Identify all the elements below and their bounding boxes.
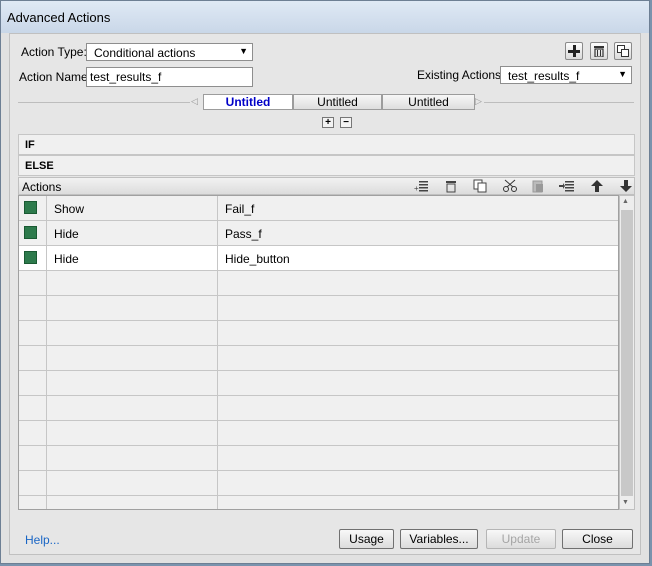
tab-scroll-left-icon[interactable]: ◁ bbox=[191, 96, 198, 107]
empty-cell bbox=[19, 396, 47, 420]
trash-icon bbox=[594, 46, 604, 57]
action-name-label: Action Name: bbox=[19, 70, 92, 84]
empty-cell bbox=[47, 271, 218, 295]
tab-untitled-3[interactable]: Untitled bbox=[382, 94, 475, 110]
duplicate-action-button[interactable] bbox=[614, 42, 632, 60]
table-row-selected[interactable]: Hide Hide_button bbox=[19, 246, 618, 271]
window-title: Advanced Actions bbox=[7, 10, 111, 25]
chevron-down-icon: ▼ bbox=[618, 69, 627, 79]
actions-header: Actions + bbox=[18, 177, 635, 195]
title-bar: Advanced Actions bbox=[1, 1, 649, 33]
target-cell[interactable]: Pass_f bbox=[218, 221, 618, 245]
action-cell[interactable]: Hide bbox=[47, 221, 218, 245]
variables-button[interactable]: Variables... bbox=[400, 529, 478, 549]
table-row-empty[interactable] bbox=[19, 471, 618, 496]
empty-cell bbox=[47, 371, 218, 395]
row-color-cell bbox=[19, 196, 47, 220]
plus-icon bbox=[568, 45, 580, 57]
empty-cell bbox=[19, 496, 47, 509]
action-type-label: Action Type: bbox=[21, 45, 87, 59]
empty-cell bbox=[19, 471, 47, 495]
update-button[interactable]: Update bbox=[486, 529, 556, 549]
scroll-down-arrow-icon[interactable]: ▼ bbox=[622, 499, 629, 506]
add-decision-button[interactable]: + bbox=[322, 117, 334, 128]
empty-cell bbox=[19, 296, 47, 320]
empty-cell bbox=[19, 271, 47, 295]
existing-actions-dropdown[interactable]: test_results_f ▼ bbox=[500, 66, 632, 84]
divider-left bbox=[18, 102, 190, 103]
delete-icon[interactable] bbox=[444, 179, 458, 193]
table-row-empty[interactable] bbox=[19, 271, 618, 296]
action-cell[interactable]: Show bbox=[47, 196, 218, 220]
row-color-cell bbox=[19, 246, 47, 270]
scroll-thumb[interactable] bbox=[621, 210, 633, 496]
table-row[interactable]: Hide Pass_f bbox=[19, 221, 618, 246]
table-row-empty[interactable] bbox=[19, 396, 618, 421]
tab-untitled-2[interactable]: Untitled bbox=[293, 94, 382, 110]
table-row-empty[interactable] bbox=[19, 496, 618, 509]
cut-icon[interactable] bbox=[502, 179, 518, 193]
actions-title: Actions bbox=[22, 180, 62, 194]
chevron-down-icon: ▼ bbox=[239, 46, 248, 56]
target-cell[interactable]: Fail_f bbox=[218, 196, 618, 220]
empty-cell bbox=[47, 321, 218, 345]
move-down-icon[interactable] bbox=[619, 179, 633, 193]
paste-icon[interactable] bbox=[531, 179, 545, 193]
empty-cell bbox=[47, 446, 218, 470]
table-row-empty[interactable] bbox=[19, 296, 618, 321]
action-cell[interactable]: Hide bbox=[47, 246, 218, 270]
delete-action-button[interactable] bbox=[590, 42, 608, 60]
tab-scroll-right-icon[interactable]: ▷ bbox=[475, 96, 482, 107]
empty-cell bbox=[47, 496, 218, 509]
existing-actions-value: test_results_f bbox=[508, 69, 580, 83]
action-type-dropdown[interactable]: Conditional actions ▼ bbox=[86, 43, 253, 61]
svg-text:+: + bbox=[414, 184, 419, 193]
table-row-empty[interactable] bbox=[19, 321, 618, 346]
close-button[interactable]: Close bbox=[562, 529, 633, 549]
empty-cell bbox=[19, 371, 47, 395]
action-name-field[interactable]: test_results_f bbox=[86, 67, 253, 87]
else-section[interactable]: ELSE bbox=[18, 155, 635, 176]
advanced-actions-dialog: Advanced Actions Action Type: Conditiona… bbox=[0, 0, 650, 564]
table-row-empty[interactable] bbox=[19, 446, 618, 471]
add-row-icon[interactable]: + bbox=[414, 179, 430, 193]
action-type-value: Conditional actions bbox=[94, 46, 196, 60]
table-row-empty[interactable] bbox=[19, 371, 618, 396]
table-row[interactable]: Show Fail_f bbox=[19, 196, 618, 221]
add-action-button[interactable] bbox=[565, 42, 583, 60]
action-color-square bbox=[24, 201, 37, 214]
help-link[interactable]: Help... bbox=[25, 533, 60, 547]
actions-table: Show Fail_f Hide Pass_f Hide Hide_button bbox=[18, 195, 619, 510]
empty-cell bbox=[19, 321, 47, 345]
empty-cell bbox=[47, 296, 218, 320]
insert-icon[interactable] bbox=[559, 179, 575, 193]
empty-cell bbox=[19, 446, 47, 470]
if-section[interactable]: IF bbox=[18, 134, 635, 155]
empty-cell bbox=[47, 346, 218, 370]
empty-cell bbox=[19, 421, 47, 445]
empty-cell bbox=[47, 396, 218, 420]
table-row-empty[interactable] bbox=[19, 421, 618, 446]
target-cell[interactable]: Hide_button bbox=[218, 246, 618, 270]
empty-cell bbox=[47, 471, 218, 495]
tab-untitled-1[interactable]: Untitled bbox=[203, 94, 293, 110]
vertical-scrollbar[interactable]: ▲ ▼ bbox=[619, 195, 635, 510]
empty-cell bbox=[19, 346, 47, 370]
move-up-icon[interactable] bbox=[590, 179, 604, 193]
row-color-cell bbox=[19, 221, 47, 245]
action-color-square bbox=[24, 226, 37, 239]
dialog-body: Action Type: Conditional actions ▼ Actio… bbox=[9, 33, 641, 555]
remove-decision-button[interactable]: − bbox=[340, 117, 352, 128]
scroll-up-arrow-icon[interactable]: ▲ bbox=[622, 198, 629, 205]
table-row-empty[interactable] bbox=[19, 346, 618, 371]
duplicate-icon bbox=[617, 45, 629, 57]
copy-icon[interactable] bbox=[473, 179, 487, 193]
existing-actions-label: Existing Actions: bbox=[417, 68, 505, 82]
usage-button[interactable]: Usage bbox=[339, 529, 394, 549]
action-color-square bbox=[24, 251, 37, 264]
divider-right bbox=[484, 102, 634, 103]
empty-cell bbox=[47, 421, 218, 445]
